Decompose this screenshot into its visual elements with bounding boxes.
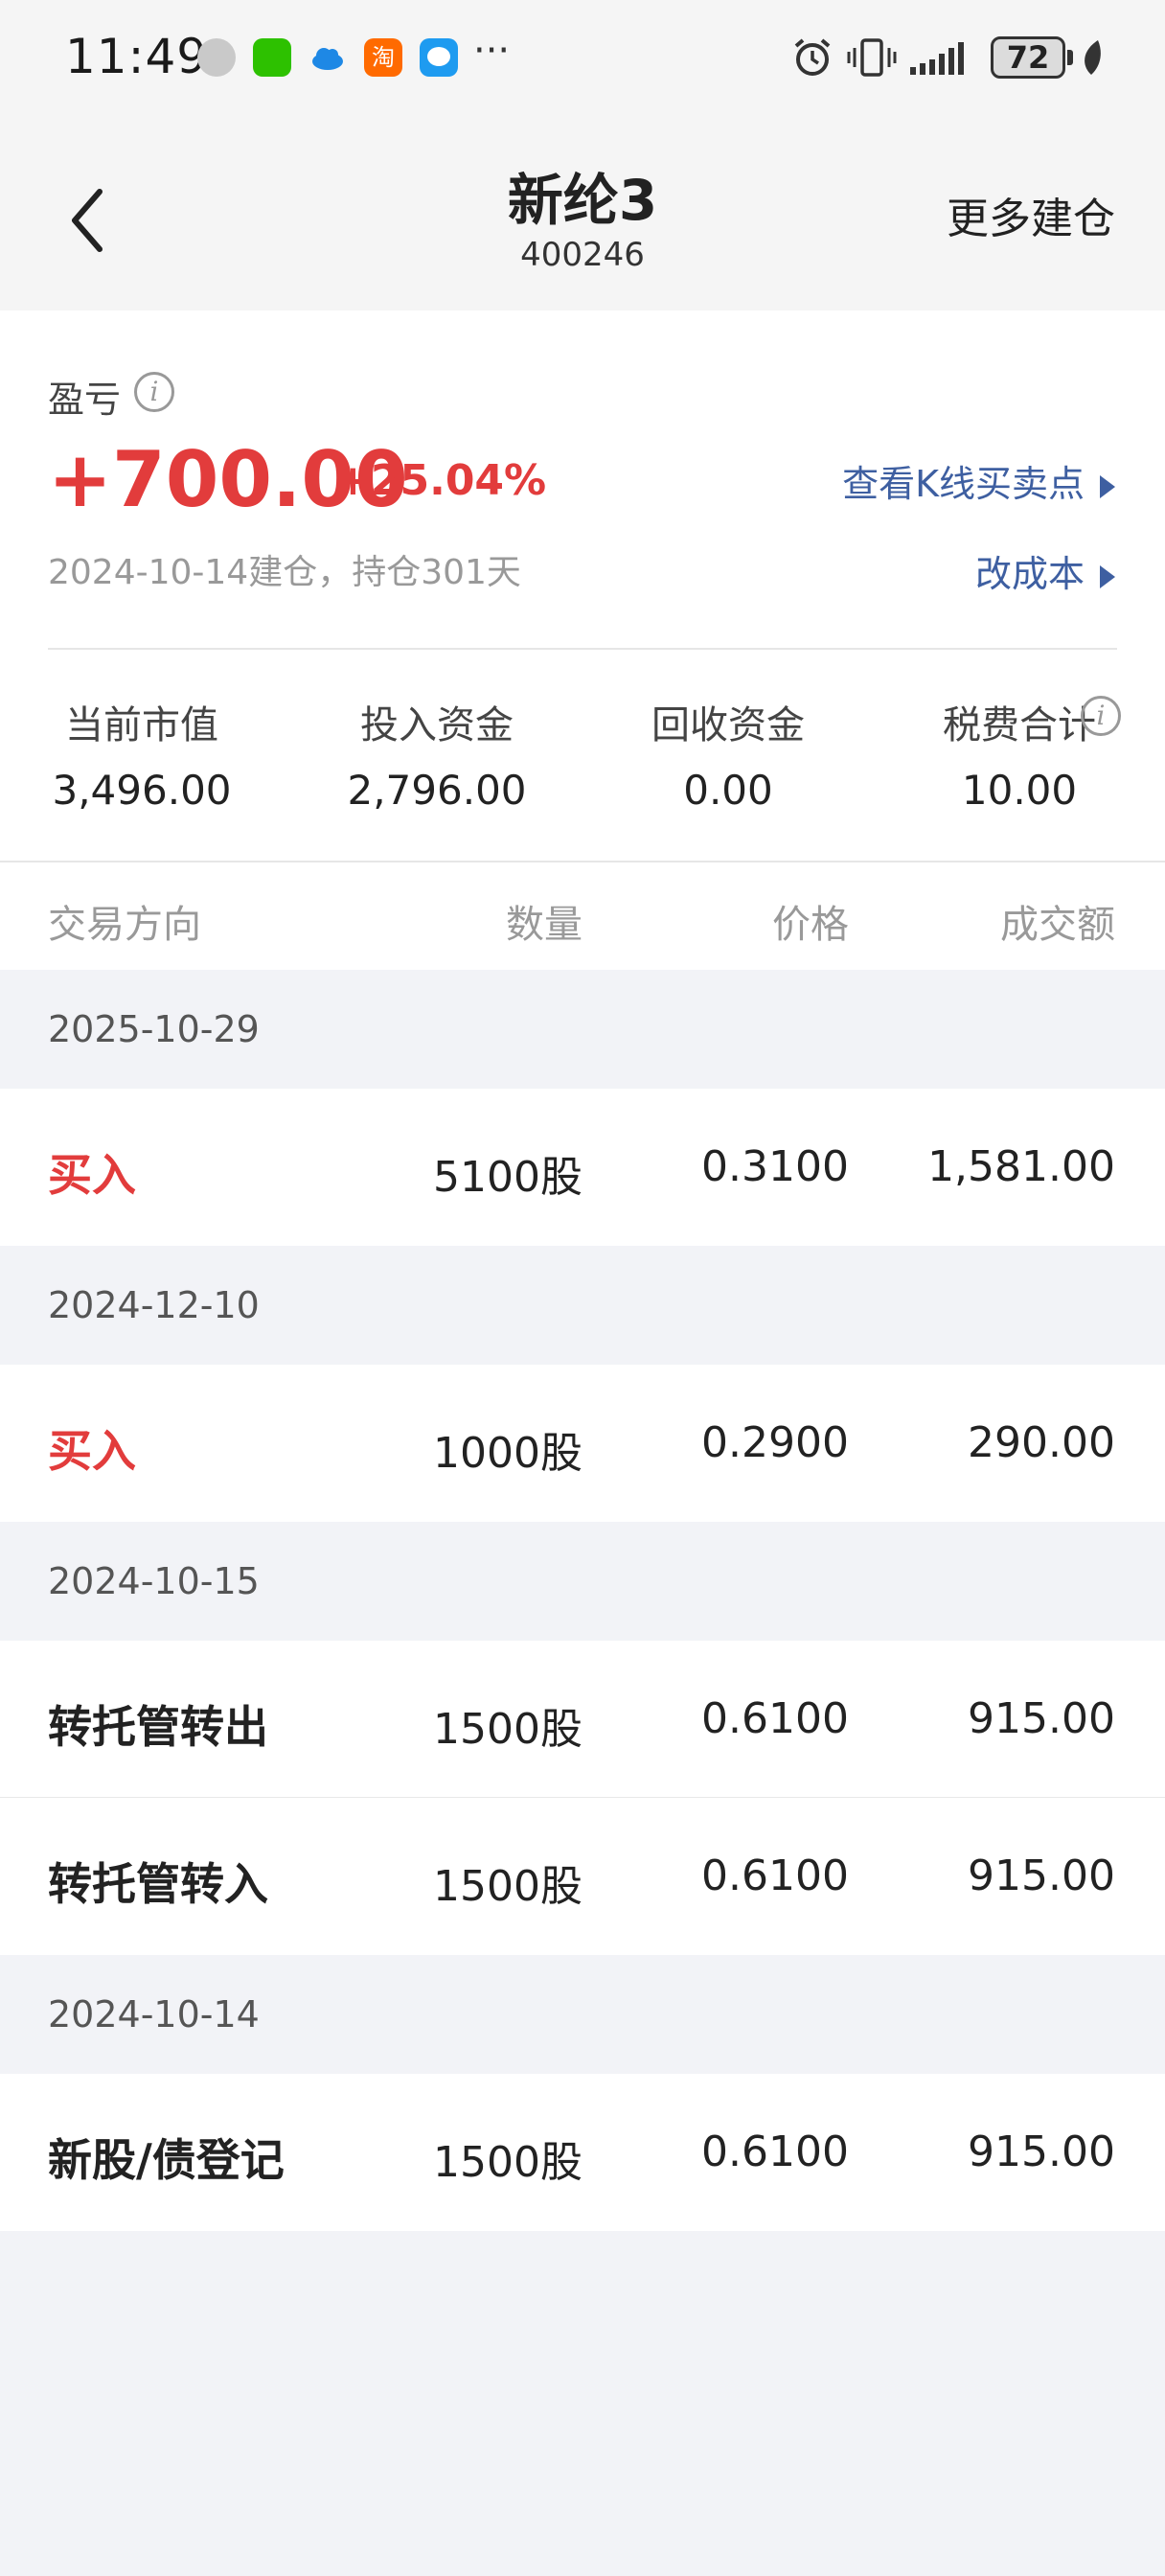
wechat-icon <box>253 38 291 77</box>
change-cost-label: 改成本 <box>974 553 1085 595</box>
battery-tip <box>1067 50 1073 65</box>
trade-direction: 买入 <box>48 1425 136 1477</box>
trade-amount: 915.00 <box>968 1694 1115 1743</box>
trade-price: 0.2900 <box>701 1418 849 1467</box>
info-icon[interactable]: i <box>134 372 174 412</box>
trade-direction: 转托管转出 <box>48 1701 268 1753</box>
change-cost-link[interactable]: 改成本 <box>975 544 1115 597</box>
metric-label: 当前市值 <box>65 703 218 748</box>
table-row[interactable]: 买入 1000股 0.2900 290.00 <box>0 1365 1165 1522</box>
trade-price: 0.6100 <box>701 1694 849 1743</box>
date-label: 2024-10-15 <box>48 1560 260 1602</box>
pl-percent: +25.04% <box>335 456 547 505</box>
trade-direction: 新股/债登记 <box>48 2134 285 2186</box>
avatar-app-icon <box>197 38 236 77</box>
battery-icon: 72 <box>991 36 1065 79</box>
metric-value: 0.00 <box>683 767 773 814</box>
date-header: 2025-10-29 <box>0 970 1165 1089</box>
trade-direction: 买入 <box>48 1149 136 1201</box>
signal-icon <box>910 42 964 75</box>
date-header: 2024-12-10 <box>0 1246 1165 1365</box>
triangle-right-icon <box>1100 564 1115 588</box>
pl-label: 盈亏 <box>48 379 122 421</box>
kline-link-label: 查看K线买卖点 <box>842 463 1085 505</box>
trade-quantity: 1000股 <box>433 1429 582 1478</box>
metric-label: 回收资金 <box>651 703 805 748</box>
trade-quantity: 5100股 <box>433 1153 582 1202</box>
trade-quantity: 1500股 <box>433 1705 582 1754</box>
trade-amount: 1,581.00 <box>927 1142 1115 1191</box>
col-direction: 交易方向 <box>48 903 201 947</box>
divider <box>48 648 1117 650</box>
date-label: 2024-10-14 <box>48 1993 260 2036</box>
more-position-button[interactable]: 更多建仓 <box>947 184 1115 245</box>
message-icon <box>420 38 458 77</box>
metric-label: 投入资金 <box>360 703 514 748</box>
status-bar: 11:49 淘 ··· 72 <box>0 0 1165 115</box>
table-row[interactable]: 新股/债登记 1500股 0.6100 915.00 <box>0 2074 1165 2231</box>
col-price: 价格 <box>772 903 849 947</box>
leaf-icon <box>1085 40 1101 75</box>
table-row[interactable]: 买入 5100股 0.3100 1,581.00 <box>0 1089 1165 1246</box>
more-notifications: ··· <box>473 29 511 73</box>
metric-value: 2,796.00 <box>347 767 527 814</box>
triangle-right-icon <box>1100 474 1115 498</box>
fees-info-icon[interactable]: i <box>1081 696 1121 736</box>
cloud-icon <box>308 38 347 77</box>
nav-header: 新纶3 400246 更多建仓 <box>0 115 1165 310</box>
table-header: 交易方向 数量 价格 成交额 <box>0 861 1165 970</box>
trade-price: 0.3100 <box>701 1142 849 1191</box>
trade-amount: 915.00 <box>968 2128 1115 2176</box>
vibrate-icon <box>847 38 897 77</box>
kline-link[interactable]: 查看K线买卖点 <box>842 454 1115 507</box>
summary-card: 盈亏 i +700.00 +25.04% 查看K线买卖点 2024-10-14建… <box>0 310 1165 861</box>
date-header: 2024-10-14 <box>0 1955 1165 2074</box>
metric-invested: 投入资金 2,796.00 <box>312 694 561 814</box>
trade-price: 0.6100 <box>701 2128 849 2176</box>
date-label: 2024-12-10 <box>48 1284 260 1326</box>
col-quantity: 数量 <box>506 903 582 947</box>
metric-recovered: 回收资金 0.00 <box>604 694 853 814</box>
trade-quantity: 1500股 <box>433 1862 582 1911</box>
trade-amount: 915.00 <box>968 1852 1115 1900</box>
date-header: 2024-10-15 <box>0 1522 1165 1641</box>
metric-value: 3,496.00 <box>52 767 232 814</box>
trade-price: 0.6100 <box>701 1852 849 1900</box>
status-time: 11:49 <box>65 29 209 84</box>
trade-amount: 290.00 <box>968 1418 1115 1467</box>
metric-market-value: 当前市值 3,496.00 <box>17 694 266 814</box>
trade-quantity: 1500股 <box>433 2138 582 2187</box>
metric-label: 税费合计 <box>943 703 1096 748</box>
col-amount: 成交额 <box>1000 903 1115 947</box>
alarm-icon <box>794 38 831 76</box>
table-row[interactable]: 转托管转出 1500股 0.6100 915.00 <box>0 1641 1165 1798</box>
position-opened-text: 2024-10-14建仓，持仓301天 <box>48 553 521 592</box>
metric-value: 10.00 <box>961 767 1078 814</box>
date-label: 2025-10-29 <box>48 1008 260 1050</box>
trade-direction: 转托管转入 <box>48 1858 268 1910</box>
taobao-icon: 淘 <box>364 38 402 77</box>
table-row[interactable]: 转托管转入 1500股 0.6100 915.00 <box>0 1798 1165 1955</box>
